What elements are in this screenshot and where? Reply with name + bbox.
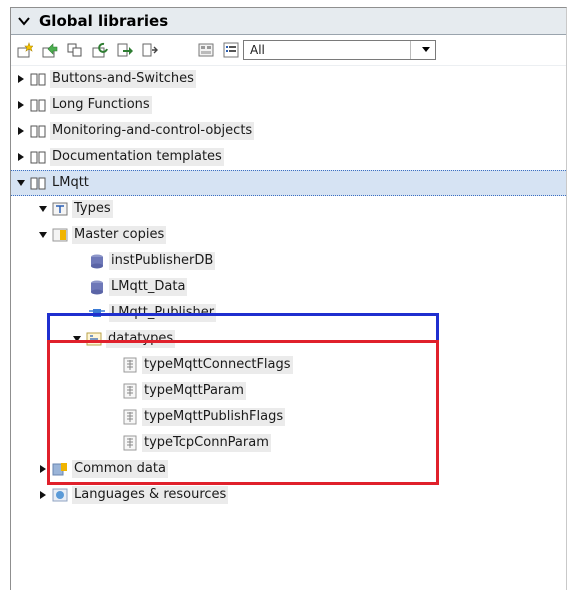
- tree-item-label: LMqtt_Data: [109, 278, 188, 296]
- collapse-arrow-icon[interactable]: [15, 177, 27, 189]
- types-folder-icon: [52, 201, 68, 217]
- tree-item-languages-resources[interactable]: Languages & resources: [11, 482, 566, 508]
- master-copies-folder-icon: [52, 227, 68, 243]
- tree-item-label: Master copies: [72, 226, 167, 244]
- filter-dropdown[interactable]: All: [243, 40, 436, 60]
- red-highlight-box: [47, 340, 439, 485]
- data-block-icon: [89, 253, 105, 269]
- save-library-icon[interactable]: [67, 42, 83, 58]
- tree-item-documentation-templates[interactable]: Documentation templates: [11, 144, 566, 170]
- library-book-icon: [30, 175, 46, 191]
- tree-item-label: LMqtt: [52, 175, 89, 190]
- tree-item-monitoring-and-control-objects[interactable]: Monitoring-and-control-objects: [11, 118, 566, 144]
- tree-item-label: Buttons-and-Switches: [50, 70, 196, 88]
- tree-item-master-copies[interactable]: Master copies: [11, 222, 566, 248]
- tree-item-lmqtt-data[interactable]: LMqtt_Data: [11, 274, 566, 300]
- expand-arrow-icon[interactable]: [15, 99, 27, 111]
- tree-item-label: instPublisherDB: [109, 252, 216, 270]
- library-view-icon[interactable]: [198, 42, 214, 58]
- toolbar: All: [11, 35, 566, 66]
- languages-globe-icon: [52, 487, 68, 503]
- tree-item-types[interactable]: Types: [11, 196, 566, 222]
- update-icon[interactable]: [142, 42, 158, 58]
- tree-item-buttons-and-switches[interactable]: Buttons-and-Switches: [11, 66, 566, 92]
- collapse-chevron-icon[interactable]: [17, 14, 31, 28]
- dropdown-arrow-icon[interactable]: [410, 41, 435, 59]
- expand-arrow-icon[interactable]: [15, 125, 27, 137]
- data-block-icon: [89, 279, 105, 295]
- new-library-icon[interactable]: [17, 42, 34, 58]
- expand-arrow-icon[interactable]: [37, 489, 49, 501]
- library-book-icon: [30, 123, 46, 139]
- tree-item-label: Long Functions: [50, 96, 152, 114]
- collapse-arrow-icon[interactable]: [37, 203, 49, 215]
- tree-item-label: Types: [72, 200, 113, 218]
- details-view-icon[interactable]: [223, 42, 239, 58]
- blue-highlight-box: [47, 313, 439, 343]
- library-book-icon: [30, 149, 46, 165]
- export-icon[interactable]: [117, 42, 133, 58]
- panel-header[interactable]: Global libraries: [11, 8, 566, 35]
- expand-arrow-icon[interactable]: [15, 73, 27, 85]
- tree-item-label: Documentation templates: [50, 148, 224, 166]
- global-libraries-panel: Global libraries All Buttons-and-Switche…: [10, 7, 567, 590]
- panel-title: Global libraries: [39, 12, 169, 30]
- expand-arrow-icon[interactable]: [15, 151, 27, 163]
- library-book-icon: [30, 71, 46, 87]
- collapse-arrow-icon[interactable]: [37, 229, 49, 241]
- open-library-icon[interactable]: [42, 42, 58, 58]
- close-library-icon[interactable]: [92, 42, 108, 58]
- tree-item-label: Monitoring-and-control-objects: [50, 122, 255, 140]
- tree-item-label: Languages & resources: [72, 486, 229, 504]
- tree-item-lmqtt[interactable]: LMqtt: [11, 170, 566, 196]
- tree-item-instpublisherdb[interactable]: instPublisherDB: [11, 248, 566, 274]
- tree-item-long-functions[interactable]: Long Functions: [11, 92, 566, 118]
- filter-selected-value: All: [250, 43, 265, 57]
- library-book-icon: [30, 97, 46, 113]
